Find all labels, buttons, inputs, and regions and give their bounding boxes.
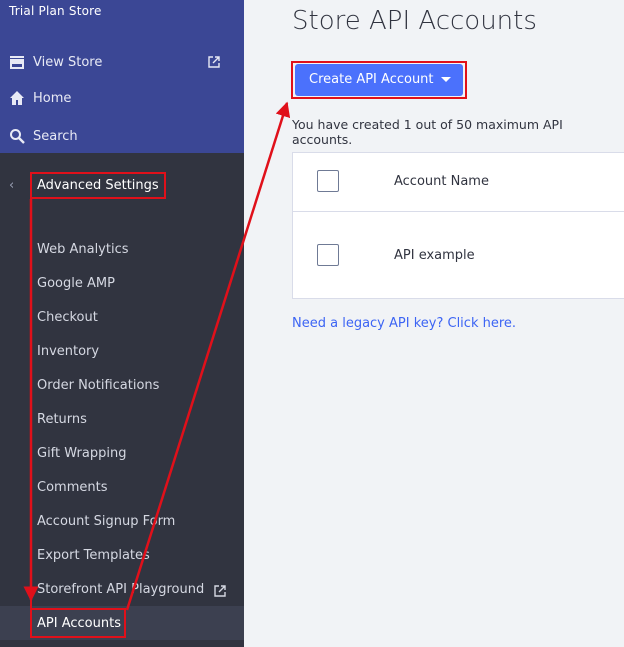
annotation-arrows <box>23 101 291 611</box>
arrow-up <box>125 101 291 611</box>
